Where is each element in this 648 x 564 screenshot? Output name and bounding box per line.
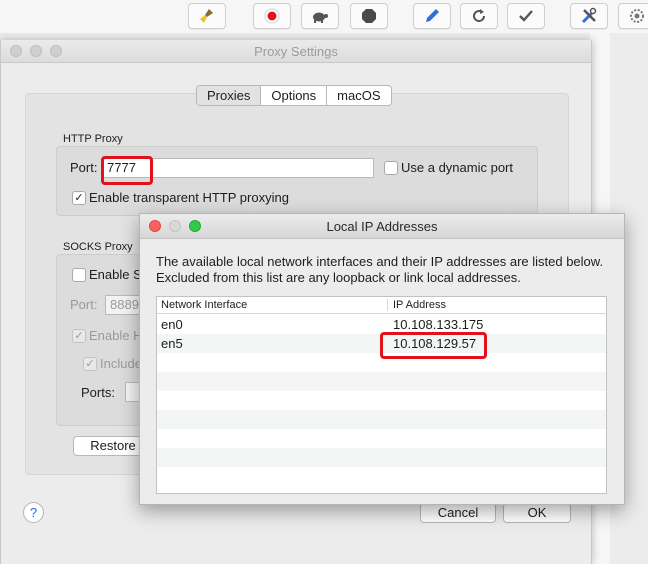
tab-macos[interactable]: macOS [326, 86, 390, 105]
empty-row [157, 448, 606, 467]
settings-tabs: Proxies Options macOS [196, 85, 392, 106]
help-button[interactable]: ? [23, 502, 44, 523]
local-ip-addresses-window: Local IP Addresses The available local n… [139, 213, 625, 505]
record-icon[interactable] [253, 3, 291, 29]
socks-proxy-group-label: SOCKS Proxy [63, 241, 133, 253]
enable-socks-checkbox[interactable] [72, 268, 86, 282]
include-checkbox[interactable]: ✓ [83, 357, 97, 371]
empty-row [157, 372, 606, 391]
dynamic-port-label: Use a dynamic port [401, 160, 513, 175]
stop-icon[interactable] [350, 3, 388, 29]
port-highlight-box [101, 156, 153, 185]
http-port-label: Port: [70, 160, 98, 175]
window-title: Local IP Addresses [326, 219, 438, 234]
cancel-button[interactable]: Cancel [420, 503, 496, 523]
empty-row [157, 410, 606, 429]
interface-cell: en5 [161, 336, 183, 351]
checkmark-icon[interactable] [507, 3, 545, 29]
ok-button[interactable]: OK [503, 503, 571, 523]
window-title: Proxy Settings [254, 44, 338, 59]
interface-cell: en0 [161, 317, 183, 332]
table-row[interactable]: en0 10.108.133.175 [157, 315, 606, 334]
transparent-proxy-checkbox[interactable]: ✓ [72, 191, 86, 205]
tab-proxies[interactable]: Proxies [197, 86, 261, 105]
empty-row [157, 391, 606, 410]
empty-row [157, 429, 606, 448]
turtle-icon[interactable] [301, 3, 339, 29]
refresh-icon[interactable] [460, 3, 498, 29]
http-proxy-group-label: HTTP Proxy [63, 133, 123, 145]
pen-icon[interactable] [413, 3, 451, 29]
tab-options[interactable]: Options [260, 86, 326, 105]
ip-highlight-box [380, 332, 487, 359]
dynamic-port-checkbox[interactable] [384, 161, 398, 175]
column-separator [387, 299, 388, 311]
proxy-settings-titlebar: Proxy Settings [1, 40, 591, 63]
enable-socks-label: Enable S [89, 267, 142, 282]
tools-icon[interactable] [570, 3, 608, 29]
transparent-proxy-label: Enable transparent HTTP proxying [89, 190, 289, 205]
socks-port-label: Port: [70, 297, 98, 312]
gear-icon[interactable] [618, 3, 648, 29]
enable-h-label: Enable H [89, 328, 143, 343]
table-header: Network Interface IP Address [157, 297, 606, 314]
column-header-interface[interactable]: Network Interface [161, 297, 247, 313]
broom-icon[interactable] [188, 3, 226, 29]
local-ip-titlebar: Local IP Addresses [140, 214, 624, 239]
enable-h-checkbox[interactable]: ✓ [72, 329, 86, 343]
app-toolbar [0, 0, 648, 33]
empty-row [157, 467, 606, 486]
ip-description: The available local network interfaces a… [156, 254, 604, 285]
column-header-ip[interactable]: IP Address [393, 297, 446, 313]
include-label: Include [100, 356, 142, 371]
socks-ports-label: Ports: [81, 385, 115, 400]
ip-address-table: Network Interface IP Address en0 10.108.… [156, 296, 607, 494]
